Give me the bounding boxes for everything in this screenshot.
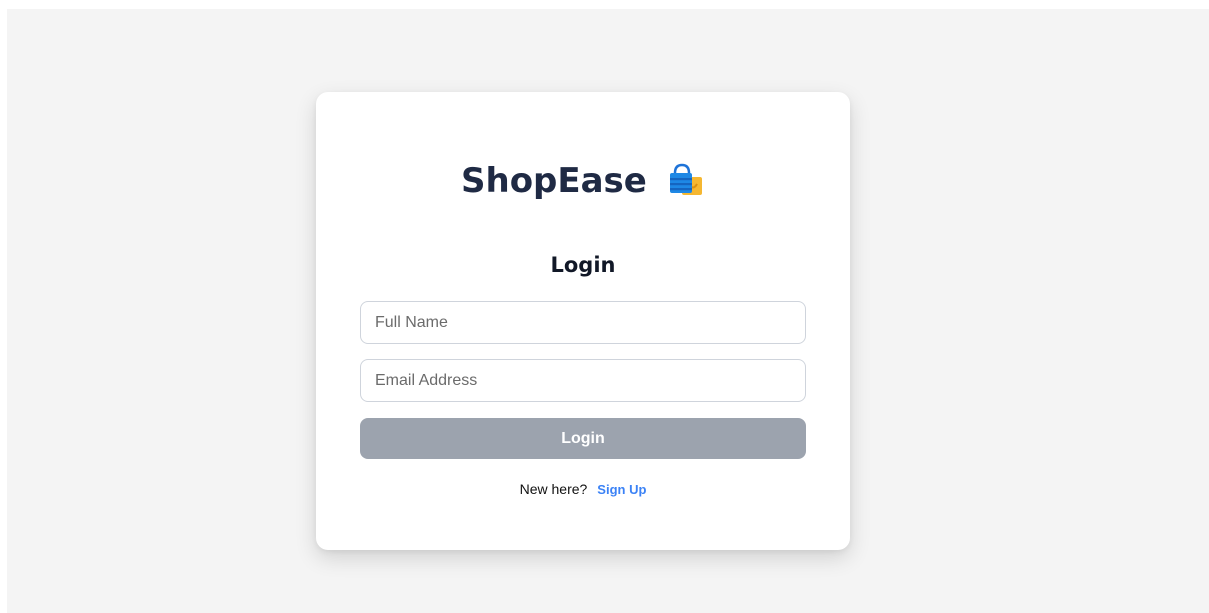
signup-link[interactable]: Sign Up (597, 482, 646, 497)
brand-header: ShopEase (461, 158, 705, 204)
login-button[interactable]: Login (360, 418, 806, 459)
brand-title: ShopEase (461, 161, 647, 201)
full-name-input[interactable] (360, 301, 806, 344)
login-heading: Login (550, 253, 616, 277)
signup-prompt-row: New here? Sign Up (316, 480, 850, 499)
email-input[interactable] (360, 359, 806, 402)
signup-prompt-text: New here? (519, 481, 588, 497)
shopping-bags-icon (665, 161, 705, 201)
